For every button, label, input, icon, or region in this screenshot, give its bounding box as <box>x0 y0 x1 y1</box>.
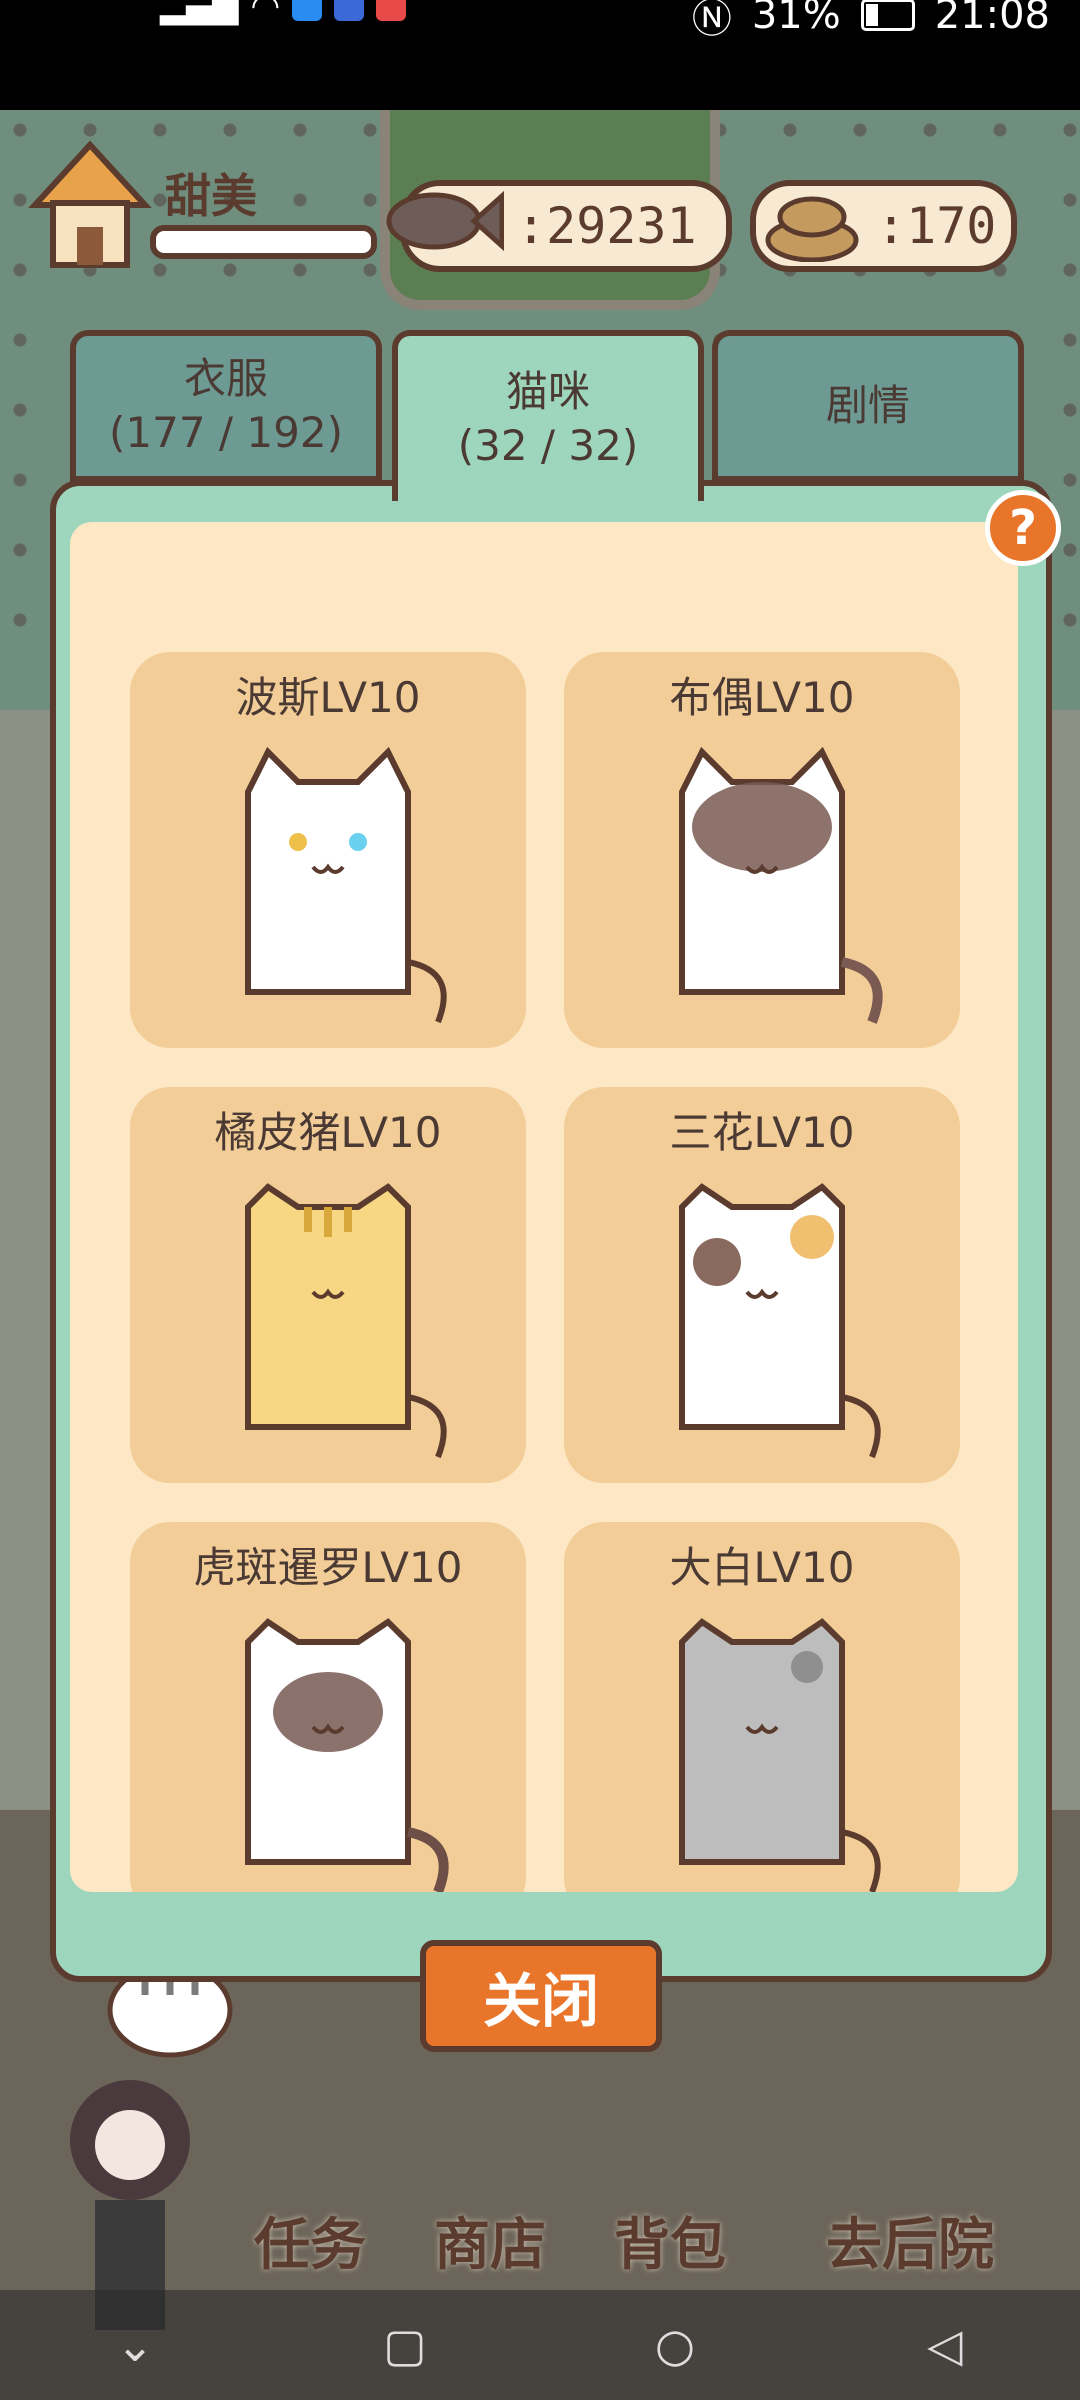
tab-label: 猫咪 <box>505 366 590 416</box>
experience-bar <box>150 225 377 259</box>
cat-name: 波斯LV10 <box>235 673 421 722</box>
cat-card-persian[interactable]: 波斯LV10 <box>130 652 526 1048</box>
nav-bag[interactable]: 背包 <box>590 2180 750 2300</box>
app-notification-icon <box>292 0 323 21</box>
tab-story[interactable]: 剧情 <box>712 330 1024 482</box>
cat-card-dabai[interactable]: 大白LV10 <box>564 1522 960 1892</box>
poop-currency: :170 <box>750 180 1017 272</box>
battery-percent: 31% <box>751 0 841 38</box>
tab-clothes[interactable]: 衣服 (177 / 192) <box>70 330 382 482</box>
status-left-icons: ▂▄▆ ◠ <box>160 0 407 26</box>
wifi-icon: ◠ <box>250 0 281 26</box>
help-icon[interactable]: ? <box>985 490 1061 566</box>
tab-cats[interactable]: 猫咪 (32 / 32) <box>392 330 704 501</box>
gray-cat-icon <box>679 1618 881 1892</box>
nav-shop[interactable]: 商店 <box>410 2180 570 2300</box>
cat-name: 橘皮猪LV10 <box>214 1108 442 1157</box>
tab-count: (177 / 192) <box>109 408 343 457</box>
nav-tasks[interactable]: 任务 <box>230 2180 390 2300</box>
battery-icon <box>860 0 915 31</box>
back-icon[interactable]: ◁ <box>915 2315 975 2375</box>
tab-count: (32 / 32) <box>457 420 639 470</box>
nfc-icon: Ⓝ <box>691 0 732 42</box>
music-notification-icon <box>334 0 365 21</box>
nav-backyard[interactable]: 去后院 <box>760 2180 1060 2300</box>
calico-cat-icon <box>679 1183 881 1459</box>
cat-list[interactable]: 波斯LV10 布偶LV10 橘皮猪LV10 三花LV10 虎斑暹罗LV10 大白… <box>70 522 1018 1892</box>
cat-name: 布偶LV10 <box>669 673 855 722</box>
fish-icon <box>386 190 504 252</box>
persian-cat-icon <box>245 746 447 1024</box>
chevron-down-icon[interactable]: ⌄ <box>105 2315 165 2375</box>
fish-currency: :29231 <box>386 180 732 272</box>
home-icon[interactable]: ○ <box>645 2315 705 2375</box>
system-nav-bar: ⌄ ▢ ○ ◁ <box>0 2290 1080 2400</box>
cat-name: 三花LV10 <box>669 1108 855 1157</box>
status-bar: ▂▄▆ ◠ Ⓝ 31% 21:08 <box>0 0 1080 110</box>
cat-card-calico[interactable]: 三花LV10 <box>564 1087 960 1483</box>
cat-card-ragdoll[interactable]: 布偶LV10 <box>564 652 960 1048</box>
cat-card-tabby-siamese[interactable]: 虎斑暹罗LV10 <box>130 1522 526 1892</box>
cat-name: 大白LV10 <box>669 1543 855 1592</box>
close-button[interactable]: 关闭 <box>420 1940 662 2052</box>
signal-icon: ▂▄▆ <box>160 0 239 26</box>
recents-icon[interactable]: ▢ <box>375 2315 435 2375</box>
cat-name: 虎斑暹罗LV10 <box>193 1543 463 1592</box>
tab-label: 衣服 <box>183 354 268 403</box>
fish-count: :29231 <box>516 197 697 255</box>
cat-card-orange[interactable]: 橘皮猪LV10 <box>130 1087 526 1483</box>
message-notification-icon <box>376 0 407 21</box>
poop-icon <box>765 196 859 262</box>
status-right: Ⓝ 31% 21:08 <box>692 0 1050 44</box>
clock: 21:08 <box>934 0 1050 38</box>
tabby-siamese-cat-icon <box>245 1618 449 1892</box>
orange-cat-icon <box>245 1183 447 1459</box>
tab-label: 剧情 <box>825 381 910 430</box>
house-icon[interactable] <box>25 135 155 275</box>
poop-count: :170 <box>876 197 997 255</box>
ragdoll-cat-icon <box>679 746 883 1024</box>
player-name: 甜美 <box>165 169 257 223</box>
game-screen: 甜美 :29231 :170 衣服 (177 / 192) 猫咪 (32 / 3… <box>0 110 1080 2400</box>
